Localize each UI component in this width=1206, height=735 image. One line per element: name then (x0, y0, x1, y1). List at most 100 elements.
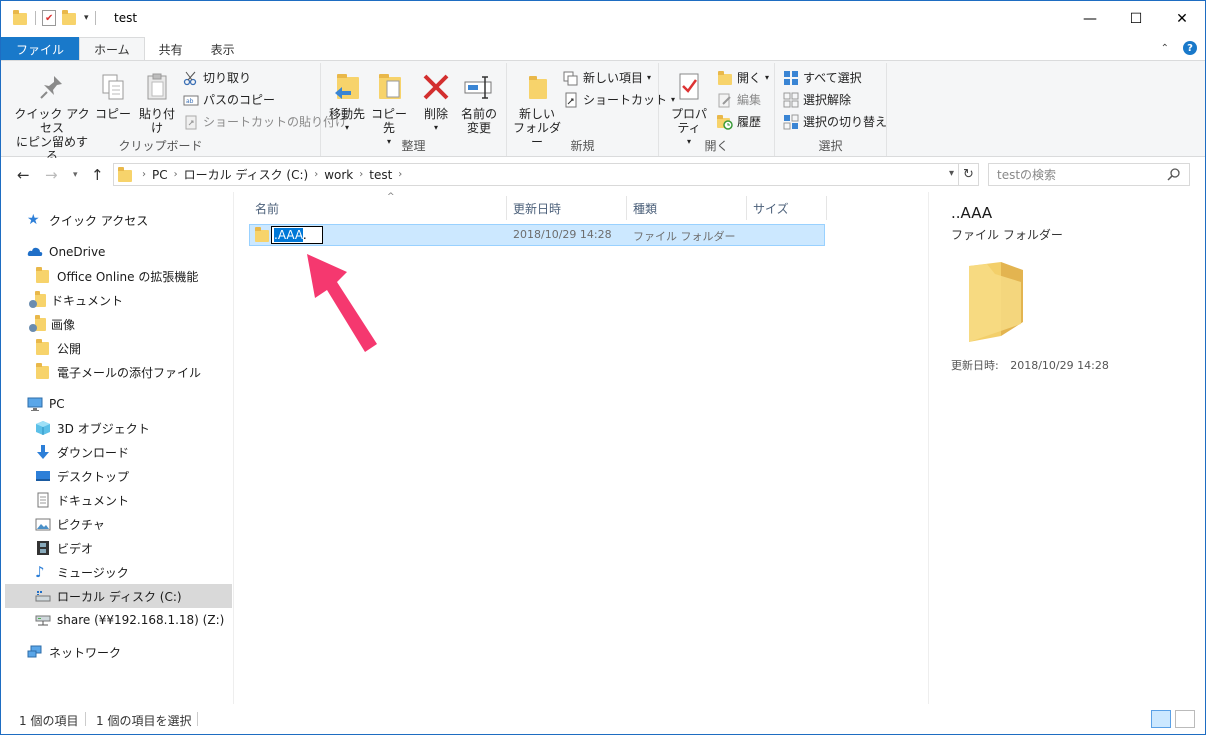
breadcrumb-pc[interactable]: PC (152, 168, 168, 182)
address-bar[interactable]: › PC › ローカル ディスク (C:) › work › test › ▾ (113, 163, 959, 186)
nav-onedrive-public[interactable]: 公開 (35, 336, 262, 360)
nav-onedrive-documents[interactable]: ドキュメント (29, 288, 256, 312)
nav-onedrive[interactable]: OneDrive (27, 240, 254, 264)
breadcrumb-test[interactable]: test (369, 168, 392, 182)
copy-to-label: コピー先 (370, 107, 407, 135)
breadcrumb-separator-icon[interactable]: › (142, 169, 146, 180)
breadcrumb-separator-icon[interactable]: › (174, 169, 178, 180)
title-bar: ✔ ▾ test — ☐ ✕ (1, 1, 1205, 37)
nav-downloads[interactable]: ダウンロード (35, 440, 262, 464)
new-item-label: 新しい項目 (583, 71, 644, 85)
minimize-ribbon-icon[interactable]: ⌃ (1161, 43, 1169, 54)
star-icon: ★ (27, 212, 40, 228)
nav-local-disk-c[interactable]: ローカル ディスク (C:) (5, 584, 232, 608)
paste-shortcut-icon (183, 114, 199, 130)
status-item-count: 1 個の項目 (19, 714, 79, 728)
nav-network-drive-z[interactable]: share (¥¥192.168.1.18) (Z:) (35, 608, 262, 632)
copy-button[interactable]: コピー (95, 71, 131, 121)
open-button[interactable]: 開く ▾ (717, 69, 769, 86)
nav-desktop[interactable]: デスクトップ (35, 464, 262, 488)
properties-icon[interactable]: ✔ (42, 10, 56, 26)
delete-button[interactable]: 削除 ▾ (419, 71, 453, 135)
nav-email-attachments[interactable]: 電子メールの添付ファイル (35, 360, 262, 384)
folder-icon (255, 227, 271, 242)
up-arrow-icon[interactable]: ↑ (91, 166, 104, 184)
open-group: プロパティ ▾ 開く ▾ 編集 履歴 開く (659, 63, 775, 156)
nav-label: PC (49, 397, 65, 411)
rename-button[interactable]: 名前の 変更 (459, 71, 499, 135)
breadcrumb-local-disk[interactable]: ローカル ディスク (C:) (184, 166, 309, 183)
breadcrumb-separator-icon[interactable]: › (314, 169, 318, 180)
nav-videos[interactable]: ビデオ (35, 536, 262, 560)
rename-label-line1: 名前の (460, 107, 497, 121)
new-item-button[interactable]: 新しい項目 ▾ (563, 69, 651, 86)
invert-selection-button[interactable]: 選択の切り替え (783, 113, 887, 130)
breadcrumb-separator-icon[interactable]: › (359, 169, 363, 180)
select-none-label: 選択解除 (803, 93, 852, 107)
rename-label-line2: 変更 (466, 121, 491, 135)
rename-selected-text: .AAA (274, 228, 303, 242)
nav-network[interactable]: ネットワーク (27, 640, 254, 664)
easy-access-icon (563, 92, 579, 108)
qat-separator (94, 11, 96, 25)
search-input[interactable]: testの検索 (988, 163, 1190, 186)
nav-onedrive-pictures[interactable]: 画像 (29, 312, 256, 336)
table-row[interactable]: .AAA. 2018/10/29 14:28 ファイル フォルダー (249, 224, 825, 246)
column-header-size[interactable]: サイズ (747, 196, 827, 220)
open-folder-icon (717, 70, 733, 86)
history-button[interactable]: 履歴 (717, 113, 761, 130)
details-view-icon[interactable] (1151, 710, 1171, 728)
window-title: test (114, 11, 138, 25)
copy-path-button[interactable]: ab パスのコピー (183, 91, 275, 108)
help-icon[interactable]: ? (1183, 41, 1197, 55)
breadcrumb-work[interactable]: work (324, 168, 353, 182)
recent-locations-chevron-icon[interactable]: ▾ (73, 170, 78, 180)
tab-view[interactable]: 表示 (197, 37, 249, 61)
svg-text:ab: ab (186, 98, 194, 105)
edit-button[interactable]: 編集 (717, 91, 761, 108)
forward-arrow-icon[interactable]: → (45, 166, 58, 184)
status-selected-count: 1 個の項目を選択 (96, 714, 192, 728)
tab-home[interactable]: ホーム (79, 37, 145, 61)
column-header-modified[interactable]: 更新日時 (507, 196, 627, 220)
dropdown-arrow-icon: ▾ (765, 73, 770, 82)
copy-path-label: パスのコピー (203, 93, 276, 107)
column-header-type[interactable]: 種類 (627, 196, 747, 220)
large-icons-view-icon[interactable] (1175, 710, 1195, 728)
rename-input[interactable]: .AAA. (271, 226, 323, 244)
address-dropdown-icon[interactable]: ▾ (949, 168, 954, 179)
nav-pc[interactable]: PC (27, 392, 254, 416)
shared-folder-icon (29, 291, 46, 308)
scissors-icon (183, 70, 199, 86)
select-none-button[interactable]: 選択解除 (783, 91, 851, 108)
tab-file[interactable]: ファイル (1, 37, 80, 61)
cut-button[interactable]: 切り取り (183, 69, 251, 86)
select-all-button[interactable]: すべて選択 (783, 69, 862, 86)
new-folder-icon[interactable] (62, 10, 78, 25)
back-arrow-icon[interactable]: ← (17, 166, 30, 184)
tab-share[interactable]: 共有 (145, 37, 197, 61)
nav-office-online[interactable]: Office Online の拡張機能 (35, 264, 262, 288)
rename-trailing-text: . (302, 228, 307, 242)
maximize-button[interactable]: ☐ (1113, 1, 1159, 37)
breadcrumb-separator-icon[interactable]: › (398, 169, 402, 180)
open-label: 開く (737, 71, 762, 85)
document-icon (35, 492, 51, 508)
file-modified: 2018/10/29 14:28 (513, 228, 612, 241)
dropdown-arrow-icon: ▾ (647, 73, 652, 82)
folder-icon (35, 339, 51, 356)
paste-button[interactable]: 貼り付け (135, 71, 179, 135)
organize-group-label: 整理 (401, 139, 426, 153)
nav-3d-objects[interactable]: 3D オブジェクト (35, 416, 262, 440)
nav-music[interactable]: ♪ ミュージック (35, 560, 262, 584)
customize-qat-icon[interactable]: ▾ (84, 13, 89, 23)
move-to-button[interactable]: 移動先 ▾ (327, 71, 367, 135)
navigation-pane: ★ クイック アクセス OneDrive Office Online の拡張機能… (1, 192, 234, 704)
nav-documents[interactable]: ドキュメント (35, 488, 262, 512)
minimize-button[interactable]: — (1067, 1, 1113, 37)
column-header-name[interactable]: ^ 名前 (249, 192, 507, 220)
nav-quick-access[interactable]: ★ クイック アクセス (27, 208, 254, 232)
refresh-icon[interactable]: ↻ (959, 163, 979, 186)
close-button[interactable]: ✕ (1159, 1, 1205, 37)
nav-pictures[interactable]: ピクチャ (35, 512, 262, 536)
